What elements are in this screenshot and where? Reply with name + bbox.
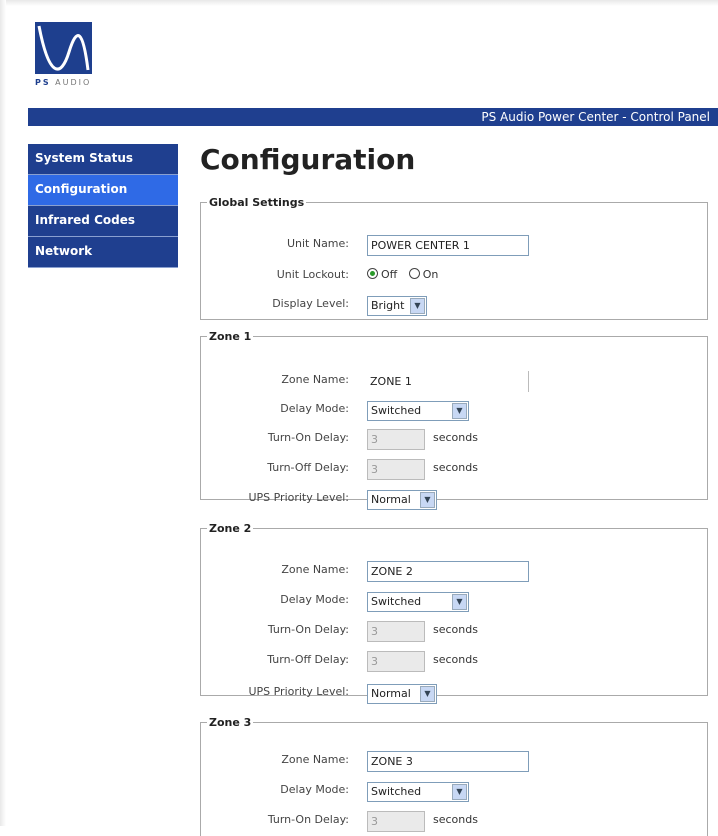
ps-audio-logo: PS AUDIO	[35, 22, 95, 92]
global-settings-group: Global Settings Unit Name: Unit Lockout:…	[200, 196, 708, 320]
unit-lockout-label: Unit Lockout:	[276, 268, 349, 281]
zone-3-delay-mode-select[interactable]: Switched ▼	[367, 782, 469, 802]
zone-3-delay-mode-label: Delay Mode:	[280, 783, 349, 796]
display-level-label: Display Level:	[272, 297, 349, 310]
zone-2-name-row: Zone Name:	[201, 559, 707, 583]
sidebar-item-network[interactable]: Network	[28, 237, 178, 268]
zone-1-delay-mode-row: Delay Mode: Switched ▼	[201, 398, 707, 422]
zone-1-ups-row: UPS Priority Level: Normal ▼	[201, 487, 707, 511]
zone-1-turn-on-unit: seconds	[433, 431, 478, 444]
zone-1-turn-off-label: Turn-Off Delay:	[267, 461, 349, 474]
zone-2-ups-value: Normal	[371, 687, 411, 700]
zone-3-group: Zone 3 Zone Name: Delay Mode: Switched▼ …	[200, 716, 708, 836]
zone-1-name-input[interactable]	[367, 371, 529, 392]
chevron-down-icon: ▼	[420, 686, 435, 702]
lockout-on-label: On	[422, 268, 439, 281]
zone-1-name-label: Zone Name:	[281, 373, 349, 386]
zone-2-delay-mode-row: Delay Mode: Switched ▼	[201, 589, 707, 613]
zone-2-delay-mode-select[interactable]: Switched ▼	[367, 592, 469, 612]
wave-logo-icon	[35, 22, 92, 74]
zone-1-delay-mode-value: Switched	[371, 404, 422, 417]
chevron-down-icon: ▼	[452, 784, 467, 800]
zone-3-turn-on-unit: seconds	[433, 813, 478, 826]
zone-2-turn-on-input[interactable]	[367, 621, 425, 642]
left-shadow	[0, 0, 6, 826]
display-level-value: Bright	[371, 299, 405, 312]
lockout-off-radio[interactable]	[367, 268, 378, 279]
chevron-down-icon: ▼	[420, 492, 435, 508]
zone-1-ups-select[interactable]: Normal ▼	[367, 490, 437, 510]
zone-2-ups-label: UPS Priority Level:	[248, 685, 349, 698]
zone-2-name-input[interactable]	[367, 561, 529, 582]
display-level-select[interactable]: Bright ▼	[367, 296, 427, 316]
zone-2-legend: Zone 2	[209, 522, 252, 535]
zone-1-turn-off-unit: seconds	[433, 461, 478, 474]
zone-3-delay-mode-row: Delay Mode: Switched ▼	[201, 779, 707, 803]
lockout-off-label: Off	[381, 268, 398, 281]
page-title: Configuration	[200, 143, 416, 176]
header-banner: PS Audio Power Center - Control Panel	[28, 108, 718, 126]
zone-3-name-label: Zone Name:	[281, 753, 349, 766]
zone-2-turn-off-unit: seconds	[433, 653, 478, 666]
zone-2-turn-on-label: Turn-On Delay:	[267, 623, 349, 636]
sidebar-nav: System Status Configuration Infrared Cod…	[28, 144, 178, 268]
zone-1-name-row: Zone Name:	[201, 369, 707, 393]
zone-1-ups-label: UPS Priority Level:	[248, 491, 349, 504]
zone-2-turn-off-row: Turn-Off Delay: seconds	[201, 649, 707, 673]
chevron-down-icon: ▼	[452, 403, 467, 419]
zone-3-turn-on-label: Turn-On Delay:	[267, 813, 349, 826]
zone-3-turn-on-row: Turn-On Delay: seconds	[201, 809, 707, 833]
chevron-down-icon: ▼	[410, 298, 425, 314]
lockout-on-radio[interactable]	[408, 268, 420, 279]
chevron-down-icon: ▼	[452, 594, 467, 610]
zone-2-group: Zone 2 Zone Name: Delay Mode: Switched▼ …	[200, 522, 708, 704]
zone-2-turn-off-label: Turn-Off Delay:	[267, 653, 349, 666]
unit-lockout-row: Unit Lockout: Off On	[201, 264, 707, 288]
zone-2-turn-on-unit: seconds	[433, 623, 478, 636]
zone-1-turn-on-label: Turn-On Delay:	[267, 431, 349, 444]
zone-1-turn-on-row: Turn-On Delay: seconds	[201, 427, 707, 451]
zone-1-ups-value: Normal	[371, 493, 411, 506]
zone-1-turn-on-input[interactable]	[367, 429, 425, 450]
top-shadow	[0, 0, 718, 6]
unit-name-label: Unit Name:	[286, 237, 349, 250]
zone-3-legend: Zone 3	[209, 716, 252, 729]
zone-2-turn-off-input[interactable]	[367, 651, 425, 672]
zone-1-turn-off-row: Turn-Off Delay: seconds	[201, 457, 707, 481]
sidebar-item-system-status[interactable]: System Status	[28, 144, 178, 175]
zone-1-legend: Zone 1	[209, 330, 252, 343]
zone-2-turn-on-row: Turn-On Delay: seconds	[201, 619, 707, 643]
global-settings-legend: Global Settings	[209, 196, 305, 209]
zone-1-turn-off-input[interactable]	[367, 459, 425, 480]
zone-3-turn-on-input[interactable]	[367, 811, 425, 832]
zone-1-group: Zone 1 Zone Name: Delay Mode: Switched▼ …	[200, 330, 708, 510]
unit-name-input[interactable]	[367, 235, 529, 256]
display-level-row: Display Level: Bright ▼	[201, 293, 707, 317]
zone-2-ups-select[interactable]: Normal ▼	[367, 684, 437, 704]
zone-3-delay-mode-value: Switched	[371, 785, 422, 798]
zone-3-name-input[interactable]	[367, 751, 529, 772]
zone-3-name-row: Zone Name:	[201, 749, 707, 773]
sidebar-item-configuration[interactable]: Configuration	[28, 175, 178, 206]
zone-2-delay-mode-label: Delay Mode:	[280, 593, 349, 606]
zone-1-delay-mode-label: Delay Mode:	[280, 402, 349, 415]
zone-2-name-label: Zone Name:	[281, 563, 349, 576]
logo-wordmark: PS AUDIO	[35, 78, 92, 87]
unit-name-row: Unit Name:	[201, 233, 707, 257]
zone-2-ups-row: UPS Priority Level: Normal ▼	[201, 681, 707, 705]
zone-2-delay-mode-value: Switched	[371, 595, 422, 608]
sidebar-item-infrared-codes[interactable]: Infrared Codes	[28, 206, 178, 237]
zone-1-delay-mode-select[interactable]: Switched ▼	[367, 401, 469, 421]
